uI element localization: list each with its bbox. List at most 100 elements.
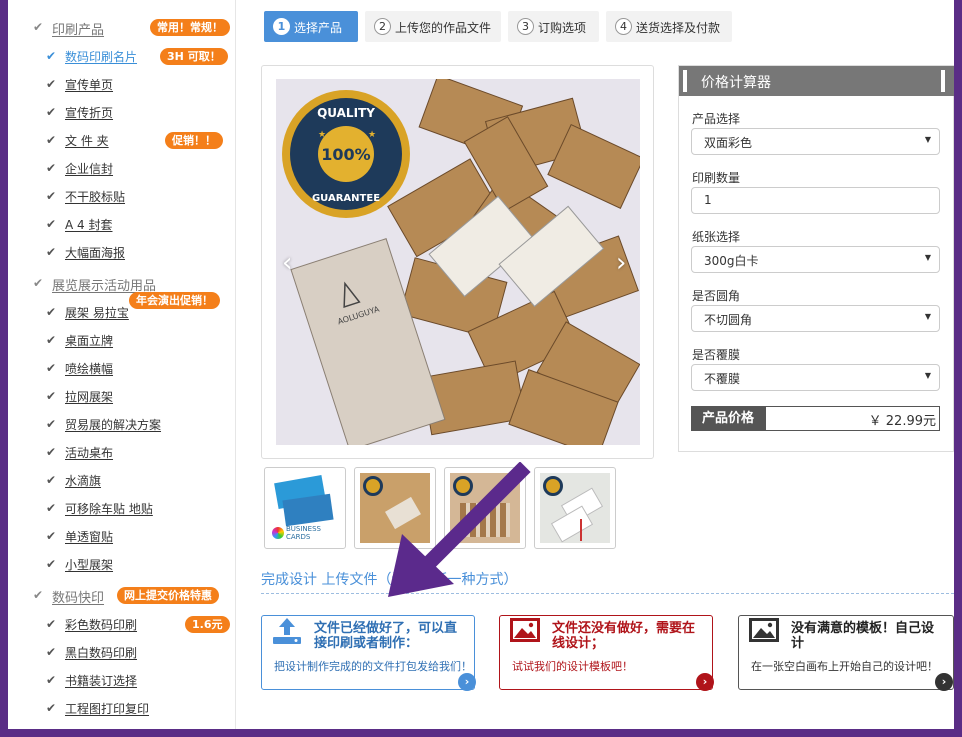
sidebar-item-tablecloth[interactable]: ✔ 活动桌布 bbox=[8, 442, 236, 464]
step-delivery-payment[interactable]: 4 送货选择及付款 bbox=[606, 11, 732, 42]
svg-text:★: ★ bbox=[318, 130, 326, 140]
sidebar-item-folder[interactable]: ✔ 文 件 夹 促销！！ bbox=[8, 130, 236, 152]
check-icon: ✔ bbox=[46, 189, 57, 203]
step-label: 上传您的作品文件 bbox=[395, 21, 492, 35]
sidebar-item-label[interactable]: 数码印刷名片 bbox=[65, 48, 137, 65]
sidebar-item-teardrop-flag[interactable]: ✔ 水滴旗 bbox=[8, 470, 236, 492]
sidebar-item-label[interactable]: 单透窗贴 bbox=[65, 528, 113, 545]
paper-select-label: 纸张选择 bbox=[692, 230, 741, 244]
sidebar-item-color-print[interactable]: ✔ 彩色数码印刷 1.6元 bbox=[8, 614, 236, 636]
sidebar-category-digital-print[interactable]: ✔ 数码快印 网上提交价格特惠 bbox=[8, 585, 236, 607]
price-label: 产品价格 bbox=[692, 407, 766, 430]
sidebar-item-label[interactable]: 小型展架 bbox=[65, 556, 113, 573]
category-label[interactable]: 印刷产品 bbox=[52, 19, 104, 38]
step-order-options[interactable]: 3 订购选项 bbox=[508, 11, 599, 42]
sidebar-item-label[interactable]: 水滴旗 bbox=[65, 472, 101, 489]
quantity-input[interactable]: 1 bbox=[691, 187, 940, 214]
sidebar-item-envelope[interactable]: ✔ 企业信封 bbox=[8, 158, 236, 180]
sidebar-item-banner[interactable]: ✔ 喷绘横幅 bbox=[8, 358, 236, 380]
sidebar-item-label[interactable]: 喷绘横幅 bbox=[65, 360, 113, 377]
sidebar-item-table-stand[interactable]: ✔ 桌面立牌 bbox=[8, 330, 236, 352]
sidebar-category-print[interactable]: ✔ 印刷产品 常用！常规！ bbox=[8, 17, 236, 39]
online-design-option[interactable]: 文件还没有做好，需要在线设计； 试试我们的设计模板吧！ › bbox=[499, 615, 714, 691]
check-icon: ✔ bbox=[46, 161, 57, 175]
category-label[interactable]: 数码快印 bbox=[52, 587, 104, 606]
step-upload-files[interactable]: 2 上传您的作品文件 bbox=[365, 11, 501, 42]
calculator-title: 价格计算器 bbox=[701, 75, 771, 91]
quantity-value: 1 bbox=[704, 193, 712, 207]
paper-select[interactable]: 300g白卡 ▼ bbox=[691, 246, 940, 273]
check-icon: ✔ bbox=[46, 49, 57, 63]
laminate-select[interactable]: 不覆膜 ▼ bbox=[691, 364, 940, 391]
sidebar-item-label[interactable]: 书籍装订选择 bbox=[65, 672, 137, 689]
check-icon: ✔ bbox=[33, 588, 44, 602]
sidebar-item-bw-print[interactable]: ✔ 黑白数码印刷 bbox=[8, 642, 236, 664]
corner-select[interactable]: 不切圆角 ▼ bbox=[691, 305, 940, 332]
gallery-prev-icon[interactable]: ‹ bbox=[282, 250, 302, 276]
sidebar-item-poster[interactable]: ✔ 大幅面海报 bbox=[8, 242, 236, 264]
check-icon: ✔ bbox=[46, 333, 57, 347]
check-icon: ✔ bbox=[33, 20, 44, 34]
sidebar-item-engineering-print[interactable]: ✔ 工程图打印复印 bbox=[8, 698, 236, 720]
check-icon: ✔ bbox=[46, 133, 57, 147]
chevron-right-icon[interactable]: › bbox=[696, 673, 714, 691]
sidebar-item-label[interactable]: 彩色数码印刷 bbox=[65, 616, 137, 633]
sidebar-item-label[interactable]: 企业信封 bbox=[65, 160, 113, 177]
sidebar-item-flyer[interactable]: ✔ 宣传单页 bbox=[8, 74, 236, 96]
price-display: 产品价格 ￥ 22.99元 bbox=[691, 406, 940, 431]
sidebar-item-label[interactable]: 拉网展架 bbox=[65, 388, 113, 405]
upload-ready-file-option[interactable]: 文件已经做好了，可以直接印刷或者制作： 把设计制作完成的的文件打包发给我们！ › bbox=[261, 615, 476, 691]
paper-select-value: 300g白卡 bbox=[704, 254, 759, 268]
product-select[interactable]: 双面彩色 ▼ bbox=[691, 128, 940, 155]
sidebar-item-label[interactable]: 可移除车贴 地贴 bbox=[65, 500, 153, 517]
sidebar-item-trade-show[interactable]: ✔ 贸易展的解决方案 bbox=[8, 414, 236, 436]
product-select-label: 产品选择 bbox=[692, 112, 741, 126]
sidebar-item-label[interactable]: A 4 封套 bbox=[65, 216, 112, 233]
gallery-thumbnail[interactable]: BUSINESS CARDS bbox=[264, 467, 346, 549]
check-icon: ✔ bbox=[46, 473, 57, 487]
sidebar-item-brochure[interactable]: ✔ 宣传折页 bbox=[8, 102, 236, 124]
option-heading: 文件还没有做好，需要在线设计； bbox=[552, 621, 696, 651]
image-icon bbox=[510, 618, 540, 642]
sidebar-item-removable-decal[interactable]: ✔ 可移除车贴 地贴 bbox=[8, 498, 236, 520]
sidebar-item-sticker[interactable]: ✔ 不干胶标贴 bbox=[8, 186, 236, 208]
sidebar-item-mini-stand[interactable]: ✔ 小型展架 bbox=[8, 554, 236, 576]
sidebar-item-label[interactable]: 宣传折页 bbox=[65, 104, 113, 121]
sidebar-item-label[interactable]: 大幅面海报 bbox=[65, 244, 125, 261]
check-icon: ✔ bbox=[46, 105, 57, 119]
sidebar-item-a4-sleeve[interactable]: ✔ A 4 封套 bbox=[8, 214, 236, 236]
option-description: 试试我们的设计模板吧！ bbox=[512, 660, 633, 673]
laminate-select-label: 是否覆膜 bbox=[692, 348, 741, 362]
sidebar-item-popup-display[interactable]: ✔ 拉网展架 bbox=[8, 386, 236, 408]
sidebar-item-digital-business-card[interactable]: ✔ 数码印刷名片 3H 可取！ bbox=[8, 46, 236, 68]
step-select-product[interactable]: 1 选择产品 bbox=[264, 11, 358, 42]
option-heading: 文件已经做好了，可以直接印刷或者制作： bbox=[314, 621, 458, 651]
sidebar-item-label[interactable]: 桌面立牌 bbox=[65, 332, 113, 349]
caret-down-icon: ▼ bbox=[924, 371, 931, 380]
sidebar-item-binding[interactable]: ✔ 书籍装订选择 bbox=[8, 670, 236, 692]
sidebar-item-label[interactable]: 活动桌布 bbox=[65, 444, 113, 461]
sidebar-item-label[interactable]: 工程图打印复印 bbox=[65, 700, 149, 717]
laminate-select-value: 不覆膜 bbox=[704, 372, 741, 386]
step-label: 订购选项 bbox=[538, 21, 587, 35]
sidebar-item-label[interactable]: 文 件 夹 bbox=[65, 132, 109, 149]
sidebar-item-label[interactable]: 宣传单页 bbox=[65, 76, 113, 93]
sidebar-item-label[interactable]: 贸易展的解决方案 bbox=[65, 416, 161, 433]
caret-down-icon: ▼ bbox=[924, 135, 931, 144]
category-badge: 年会演出促销！ bbox=[129, 292, 220, 309]
blank-canvas-option[interactable]: 没有满意的模板！自己设计 在一张空白画布上开始自己的设计吧！ › bbox=[738, 615, 954, 691]
chevron-right-icon[interactable]: › bbox=[458, 673, 476, 691]
chevron-right-icon[interactable]: › bbox=[935, 673, 953, 691]
sidebar-item-label[interactable]: 黑白数码印刷 bbox=[65, 644, 137, 661]
thumbnail-image bbox=[540, 473, 610, 543]
sidebar-item-label[interactable]: 展架 易拉宝 bbox=[65, 304, 129, 321]
sidebar-item-label[interactable]: 不干胶标贴 bbox=[65, 188, 125, 205]
option-heading: 没有满意的模板！自己设计 bbox=[791, 621, 935, 651]
sidebar-item-window-film[interactable]: ✔ 单透窗贴 bbox=[8, 526, 236, 548]
check-icon: ✔ bbox=[46, 361, 57, 375]
check-icon: ✔ bbox=[46, 645, 57, 659]
check-icon: ✔ bbox=[46, 673, 57, 687]
gallery-thumbnail[interactable] bbox=[534, 467, 616, 549]
price-value: ￥ 22.99元 bbox=[868, 414, 936, 429]
gallery-next-icon[interactable]: › bbox=[616, 250, 636, 276]
